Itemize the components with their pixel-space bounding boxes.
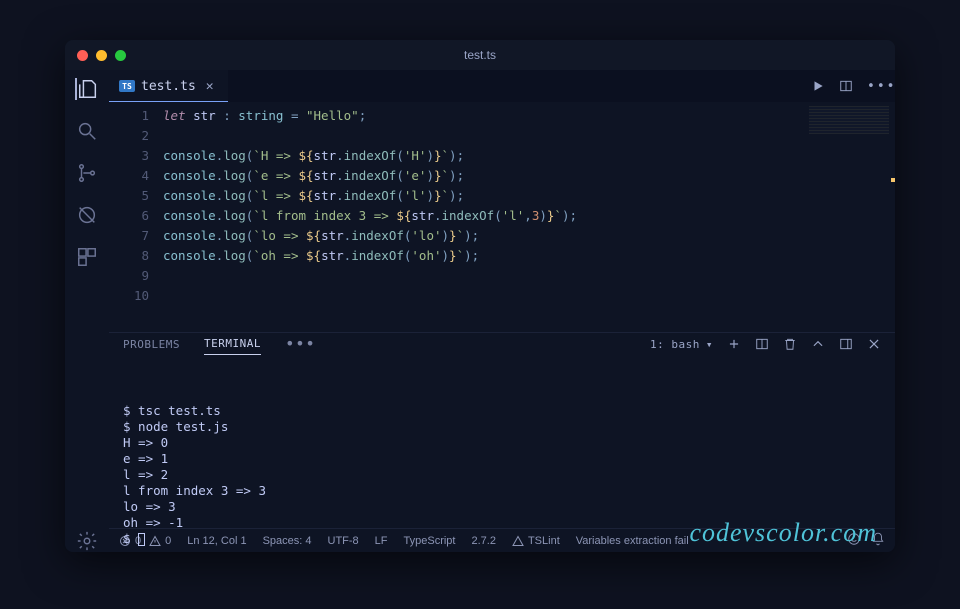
code-line[interactable]: console.log(`H => ${str.indexOf('H')}`); — [163, 146, 895, 166]
code-line[interactable]: console.log(`oh => ${str.indexOf('oh')}`… — [163, 246, 895, 266]
bottom-panel: PROBLEMS TERMINAL ••• 1: bash ▾ — [109, 332, 895, 528]
tab-test-ts[interactable]: TS test.ts ✕ — [109, 70, 228, 102]
line-number: 10 — [109, 286, 149, 306]
line-number: 3 — [109, 146, 149, 166]
code-line[interactable] — [163, 286, 895, 306]
typescript-icon: TS — [119, 80, 135, 92]
code-line[interactable]: console.log(`l => ${str.indexOf('l')}`); — [163, 186, 895, 206]
chevron-up-icon[interactable] — [811, 337, 825, 351]
terminal-output[interactable]: codevscolor.com $ tsc test.ts$ node test… — [109, 355, 895, 551]
watermark-text: codevscolor.com — [689, 525, 877, 541]
titlebar: test.ts — [65, 40, 895, 70]
line-number: 4 — [109, 166, 149, 186]
run-icon[interactable] — [811, 79, 825, 93]
extensions-icon[interactable] — [76, 246, 98, 268]
terminal-cursor — [138, 533, 145, 546]
tab-terminal[interactable]: TERMINAL — [204, 333, 261, 355]
editor-tabs: TS test.ts ✕ ••• — [109, 70, 895, 102]
search-icon[interactable] — [76, 120, 98, 142]
line-number: 5 — [109, 186, 149, 206]
terminal-line: H => 0 — [123, 435, 881, 451]
body: TS test.ts ✕ ••• 12345678910 let st — [65, 70, 895, 552]
maximize-panel-icon[interactable] — [839, 337, 853, 351]
line-number: 2 — [109, 126, 149, 146]
split-editor-icon[interactable] — [839, 79, 853, 93]
terminal-line: l from index 3 => 3 — [123, 483, 881, 499]
files-icon[interactable] — [75, 78, 97, 100]
code-line[interactable]: let str : string = "Hello"; — [163, 106, 895, 126]
terminal-select-label: 1: bash — [650, 338, 700, 351]
split-terminal-icon[interactable] — [755, 337, 769, 351]
new-terminal-icon[interactable] — [727, 337, 741, 351]
activity-bar — [65, 70, 109, 552]
window-title: test.ts — [65, 48, 895, 62]
code-line[interactable] — [163, 126, 895, 146]
dropdown-icon: ▾ — [706, 338, 713, 351]
main-area: TS test.ts ✕ ••• 12345678910 let st — [109, 70, 895, 552]
line-number: 1 — [109, 106, 149, 126]
more-icon[interactable]: ••• — [867, 79, 881, 93]
code-area[interactable]: let str : string = "Hello"; console.log(… — [163, 102, 895, 332]
line-number: 9 — [109, 266, 149, 286]
kill-terminal-icon[interactable] — [783, 337, 797, 351]
code-line[interactable]: console.log(`lo => ${str.indexOf('lo')}`… — [163, 226, 895, 246]
app-window: test.ts — [65, 40, 895, 552]
terminal-line: l => 2 — [123, 467, 881, 483]
minimap[interactable] — [809, 106, 889, 134]
tab-close-icon[interactable]: ✕ — [202, 79, 218, 94]
terminal-line: e => 1 — [123, 451, 881, 467]
editor-actions: ••• — [811, 70, 895, 102]
panel-tabs: PROBLEMS TERMINAL ••• 1: bash ▾ — [109, 333, 895, 355]
terminal-select[interactable]: 1: bash ▾ — [650, 338, 713, 351]
terminal-line: lo => 3 — [123, 499, 881, 515]
terminal-line: $ tsc test.ts — [123, 403, 881, 419]
editor[interactable]: 12345678910 let str : string = "Hello"; … — [109, 102, 895, 332]
source-control-icon[interactable] — [76, 162, 98, 184]
tab-label: test.ts — [141, 79, 196, 94]
minimap-mark — [891, 178, 895, 182]
debug-icon[interactable] — [76, 204, 98, 226]
line-number-gutter: 12345678910 — [109, 102, 163, 332]
tab-problems[interactable]: PROBLEMS — [123, 334, 180, 355]
panel-actions: 1: bash ▾ — [650, 337, 881, 351]
code-line[interactable]: console.log(`l from index 3 => ${str.ind… — [163, 206, 895, 226]
line-number: 6 — [109, 206, 149, 226]
code-line[interactable]: console.log(`e => ${str.indexOf('e')}`); — [163, 166, 895, 186]
code-line[interactable] — [163, 266, 895, 286]
panel-more-icon[interactable]: ••• — [285, 336, 315, 352]
line-number: 7 — [109, 226, 149, 246]
settings-gear-icon[interactable] — [76, 530, 98, 552]
close-panel-icon[interactable] — [867, 337, 881, 351]
line-number: 8 — [109, 246, 149, 266]
terminal-line: $ node test.js — [123, 419, 881, 435]
